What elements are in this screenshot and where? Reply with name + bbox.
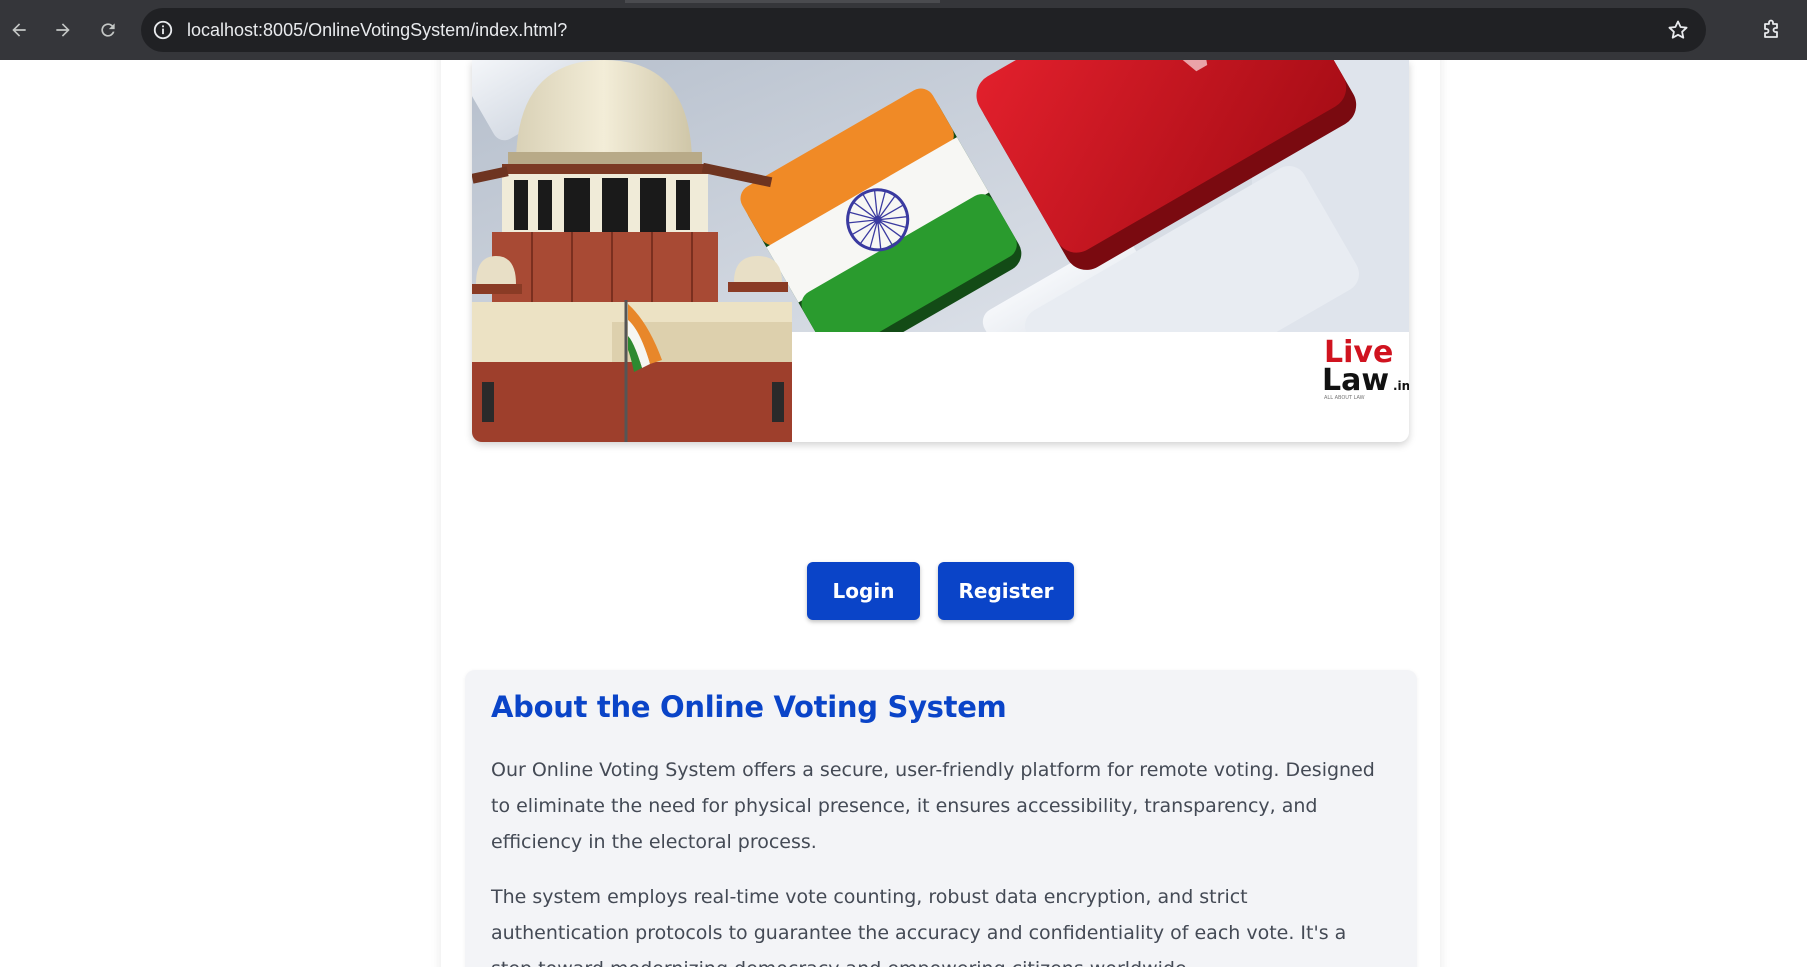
auth-actions: Login Register (441, 562, 1440, 620)
voting-illustration: VO (472, 60, 1409, 442)
hero-image: VO (472, 60, 1409, 442)
logo-tagline: ALL ABOUT LAW (1324, 395, 1365, 401)
page-viewport: VO (0, 60, 1807, 967)
about-title: About the Online Voting System (491, 690, 1007, 724)
browser-toolbar: localhost:8005/OnlineVotingSystem/index.… (0, 0, 1807, 60)
info-icon[interactable] (152, 19, 174, 41)
logo-law: Law (1322, 363, 1389, 398)
main-card: VO (441, 60, 1440, 967)
arrow-right-icon (56, 23, 70, 37)
forward-button[interactable] (47, 14, 79, 46)
extensions-button[interactable] (1756, 14, 1788, 46)
puzzle-icon (1764, 19, 1778, 38)
star-icon[interactable] (1666, 18, 1690, 42)
about-section: About the Online Voting System Our Onlin… (465, 670, 1417, 967)
register-button[interactable]: Register (938, 562, 1074, 620)
address-bar[interactable]: localhost:8005/OnlineVotingSystem/index.… (141, 8, 1706, 52)
login-button[interactable]: Login (807, 562, 920, 620)
about-paragraph-1: Our Online Voting System offers a secure… (491, 759, 1375, 853)
arrow-left-icon (12, 23, 26, 37)
reload-icon (101, 23, 115, 37)
url-text[interactable]: localhost:8005/OnlineVotingSystem/index.… (187, 8, 567, 52)
about-paragraph-2: The system employs real-time vote counti… (491, 886, 1347, 967)
back-button[interactable] (3, 14, 35, 46)
active-tab-edge (625, 0, 940, 3)
logo-suffix: .in (1393, 379, 1409, 393)
reload-button[interactable] (92, 14, 124, 46)
